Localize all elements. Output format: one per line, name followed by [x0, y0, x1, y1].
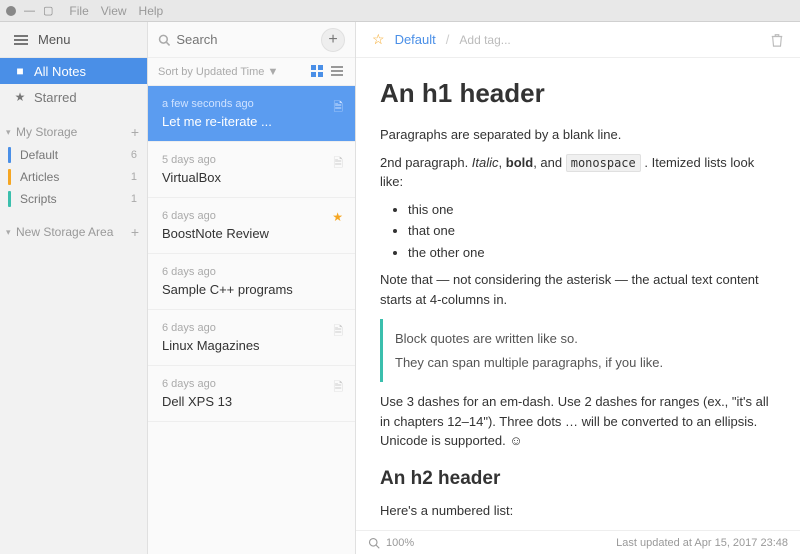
- document-icon: 🗎: [333, 98, 343, 119]
- note-item[interactable]: 6 days ago Dell XPS 13🗎: [148, 366, 355, 422]
- list-view-icon[interactable]: [331, 65, 345, 79]
- window-minimize-icon[interactable]: —: [24, 5, 35, 17]
- nav-starred[interactable]: ★ Starred: [0, 84, 147, 110]
- search-field[interactable]: [158, 32, 313, 47]
- list-item: first item: [408, 529, 776, 531]
- doc-blockquote: Block quotes are written like so. They c…: [380, 319, 776, 382]
- window-maximize-icon[interactable]: ▢: [43, 4, 53, 17]
- editor-footer: 100% Last updated at Apr 15, 2017 23:48: [356, 530, 800, 554]
- chevron-down-icon: ▾: [6, 227, 16, 238]
- doc-ol: first item: [408, 529, 776, 531]
- doc-ul: this one that one the other one: [408, 200, 776, 263]
- list-item: the other one: [408, 243, 776, 263]
- sort-bar[interactable]: Sort by Updated Time ▼: [148, 58, 355, 86]
- window-close-icon[interactable]: [6, 6, 16, 16]
- doc-h1: An h1 header: [380, 74, 776, 113]
- doc-paragraph: Note that — not considering the asterisk…: [380, 270, 776, 309]
- sidebar: Menu ■ All Notes ★ Starred ▾ My Storage …: [0, 22, 148, 554]
- search-icon: [158, 33, 170, 47]
- editor-panel: ☆ Default / Add tag... An h1 header Para…: [356, 22, 800, 554]
- menu-label: Menu: [38, 32, 71, 47]
- note-item[interactable]: 5 days ago VirtualBox🗎: [148, 142, 355, 198]
- note-time: 6 days ago: [162, 322, 341, 334]
- note-item[interactable]: 6 days ago Linux Magazines🗎: [148, 310, 355, 366]
- editor-body[interactable]: An h1 header Paragraphs are separated by…: [356, 58, 800, 530]
- folder-count: 1: [131, 193, 137, 205]
- doc-paragraph: Here's a numbered list:: [380, 501, 776, 521]
- doc-paragraph: Paragraphs are separated by a blank line…: [380, 125, 776, 145]
- menu-help[interactable]: Help: [139, 4, 164, 18]
- add-folder-icon[interactable]: +: [131, 224, 139, 240]
- add-note-button[interactable]: +: [321, 28, 345, 52]
- trash-icon[interactable]: [770, 33, 784, 47]
- sort-value: Updated Time ▼: [196, 66, 278, 78]
- storage-group-label: My Storage: [16, 125, 77, 139]
- hamburger-icon: [14, 35, 28, 45]
- storage-group-header[interactable]: ▾ New Storage Area +: [0, 220, 147, 244]
- note-title: Dell XPS 13: [162, 394, 341, 409]
- list-item: that one: [408, 221, 776, 241]
- add-folder-icon[interactable]: +: [131, 124, 139, 140]
- grid-view-icon[interactable]: [311, 65, 325, 79]
- note-title: Sample C++ programs: [162, 282, 341, 297]
- folder-articles[interactable]: Articles 1: [0, 166, 147, 188]
- star-icon: ★: [14, 90, 26, 104]
- folder-color-icon: [8, 147, 11, 163]
- last-updated-label: Last updated at Apr 15, 2017 23:48: [616, 537, 788, 549]
- menu-file[interactable]: File: [69, 4, 88, 18]
- note-title: BoostNote Review: [162, 226, 341, 241]
- menu-toggle[interactable]: Menu: [0, 22, 147, 58]
- search-input[interactable]: [176, 32, 313, 47]
- document-icon: 🗎: [333, 154, 343, 175]
- folder-scripts[interactable]: Scripts 1: [0, 188, 147, 210]
- note-time: 5 days ago: [162, 154, 341, 166]
- note-folder-label[interactable]: Default: [395, 32, 436, 47]
- editor-header: ☆ Default / Add tag...: [356, 22, 800, 58]
- note-time: 6 days ago: [162, 378, 341, 390]
- all-notes-icon: ■: [14, 64, 26, 78]
- folder-color-icon: [8, 191, 11, 207]
- note-time: 6 days ago: [162, 266, 341, 278]
- folder-color-icon: [8, 169, 11, 185]
- document-icon: 🗎: [333, 378, 343, 399]
- star-toggle-icon[interactable]: ☆: [372, 31, 385, 48]
- window-menubar: File View Help: [69, 4, 163, 18]
- folder-label: Default: [20, 148, 58, 162]
- menu-view[interactable]: View: [101, 4, 127, 18]
- folder-count: 6: [131, 149, 137, 161]
- note-title: Linux Magazines: [162, 338, 341, 353]
- folder-count: 1: [131, 171, 137, 183]
- zoom-icon[interactable]: [368, 537, 380, 549]
- doc-paragraph: Use 3 dashes for an em-dash. Use 2 dashe…: [380, 392, 776, 451]
- star-icon: ★: [332, 210, 343, 224]
- note-title: VirtualBox: [162, 170, 341, 185]
- sort-prefix: Sort by: [158, 66, 193, 78]
- note-time: 6 days ago: [162, 210, 341, 222]
- separator: /: [446, 32, 450, 47]
- nav-label: All Notes: [34, 64, 86, 79]
- nav-label: Starred: [34, 90, 77, 105]
- nav-all-notes[interactable]: ■ All Notes: [0, 58, 147, 84]
- zoom-value[interactable]: 100%: [386, 537, 414, 549]
- note-title: Let me re-iterate ...: [162, 114, 341, 129]
- note-item[interactable]: 6 days ago BoostNote Review ★: [148, 198, 355, 254]
- chevron-down-icon: ▾: [6, 127, 16, 138]
- add-tag-input[interactable]: Add tag...: [459, 33, 510, 47]
- list-item: this one: [408, 200, 776, 220]
- note-item[interactable]: a few seconds ago Let me re-iterate ...🗎: [148, 86, 355, 142]
- doc-paragraph: 2nd paragraph. Italic, bold, and monospa…: [380, 153, 776, 192]
- folder-default[interactable]: Default 6: [0, 144, 147, 166]
- storage-group-label: New Storage Area: [16, 225, 113, 239]
- folder-label: Articles: [20, 170, 59, 184]
- note-list-panel: + Sort by Updated Time ▼ a few seconds a…: [148, 22, 356, 554]
- doc-h2: An h2 header: [380, 465, 776, 494]
- document-icon: 🗎: [333, 322, 343, 343]
- window-titlebar: — ▢ File View Help: [0, 0, 800, 22]
- storage-group-header[interactable]: ▾ My Storage +: [0, 120, 147, 144]
- folder-label: Scripts: [20, 192, 57, 206]
- note-time: a few seconds ago: [162, 98, 341, 110]
- note-item[interactable]: 6 days ago Sample C++ programs: [148, 254, 355, 310]
